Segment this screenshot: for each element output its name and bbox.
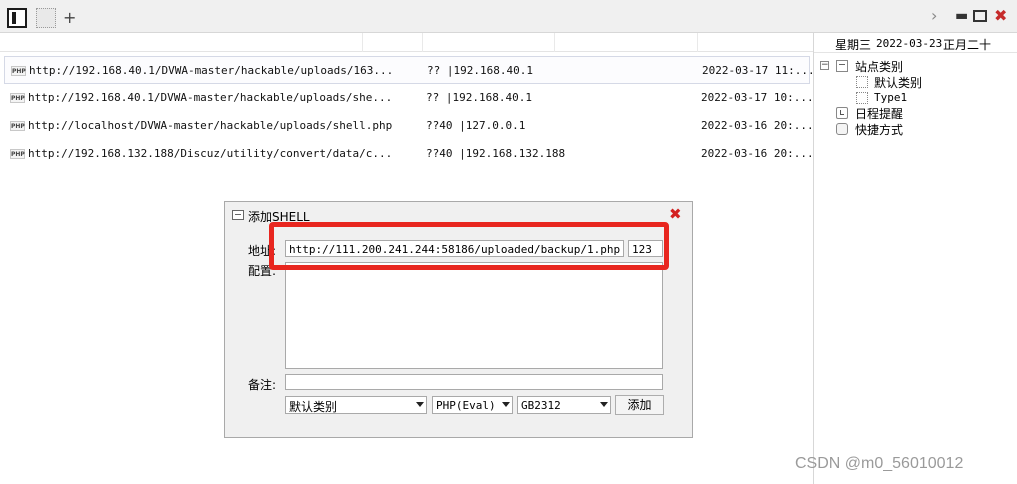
dialog-close-button[interactable]: ✖ (669, 205, 682, 223)
dialog-window-icon (232, 210, 244, 220)
tree-item-site-category[interactable]: − 站点类别 (820, 58, 1010, 74)
note-input[interactable] (285, 374, 663, 390)
shell-url: http://192.168.40.1/DVWA-master/hackable… (28, 91, 393, 104)
shell-ip: ?? |192.168.40.1 (427, 64, 533, 77)
shell-list-header (0, 33, 813, 52)
schedule-icon (836, 107, 848, 119)
tab-bar: + › ▬ ✖ (0, 0, 1017, 33)
shell-ip: ?? |192.168.40.1 (426, 91, 532, 104)
tree-item-default-category[interactable]: 默认类别 (856, 74, 1006, 90)
tree-item-type1[interactable]: Type1 (856, 90, 1006, 106)
tree-label: 站点类别 (855, 60, 904, 74)
dotted-tab-icon[interactable] (36, 8, 56, 28)
php-file-icon: PHP (11, 66, 26, 76)
collapse-toggle-icon[interactable]: − (820, 61, 829, 70)
column-divider[interactable] (362, 33, 363, 52)
shell-row[interactable]: PHP http://192.168.132.188/Discuz/utilit… (4, 140, 814, 168)
script-type-select[interactable]: PHP(Eval) (432, 396, 513, 414)
tree-label: 日程提醒 (855, 107, 904, 121)
tree-item-schedule[interactable]: 日程提醒 (836, 105, 1006, 121)
shell-time: 2022-03-17 10:... (701, 91, 814, 104)
shell-ip: ??40 |127.0.0.1 (426, 119, 526, 132)
right-panel: 星期三 2022-03-23 正月二十 − 站点类别 默认类别 Type1 日程… (813, 33, 1017, 484)
encoding-value: GB2312 (521, 399, 561, 412)
tree-label: 默认类别 (874, 76, 923, 90)
shell-time: 2022-03-17 11:... (702, 64, 815, 77)
add-button[interactable]: 添加 (615, 395, 664, 415)
encoding-select[interactable]: GB2312 (517, 396, 611, 414)
red-highlight-box (269, 222, 669, 270)
shell-list: PHP http://192.168.40.1/DVWA-master/hack… (4, 56, 815, 168)
tree-label: 快捷方式 (855, 123, 904, 137)
php-file-icon: PHP (10, 93, 25, 103)
script-type-value: PHP(Eval) (436, 399, 496, 412)
column-divider[interactable] (422, 33, 423, 52)
shell-row[interactable]: PHP http://localhost/DVWA-master/hackabl… (4, 112, 814, 140)
shortcut-hand-icon (836, 123, 848, 135)
tree-item-shortcuts[interactable]: 快捷方式 (836, 121, 1006, 137)
weekday-label: 星期三 (835, 38, 872, 52)
date-label: 2022-03-23 (876, 37, 943, 50)
tree-label: Type1 (874, 91, 908, 104)
shell-row[interactable]: PHP http://192.168.40.1/DVWA-master/hack… (4, 84, 814, 112)
category-select-value: 默认类别 (289, 400, 338, 414)
column-divider[interactable] (554, 33, 555, 52)
dropdown-arrow-icon (416, 402, 424, 407)
maximize-button[interactable] (973, 10, 987, 22)
dropdown-arrow-icon (502, 402, 510, 407)
category-icon (856, 92, 868, 104)
category-select[interactable]: 默认类别 (285, 396, 427, 414)
category-icon (856, 76, 868, 88)
panel-toggle-icon[interactable] (7, 8, 27, 28)
add-tab-button[interactable]: + (63, 8, 76, 28)
shell-time: 2022-03-16 20:... (701, 147, 814, 160)
shell-url: http://192.168.132.188/Discuz/utility/co… (28, 147, 393, 160)
shell-ip: ??40 |192.168.132.188 (426, 147, 566, 160)
column-divider[interactable] (697, 33, 698, 52)
watermark-text: CSDN @m0_56010012 (795, 455, 964, 472)
lunar-date-label: 正月二十 (943, 38, 992, 52)
php-file-icon: PHP (10, 149, 25, 159)
php-file-icon: PHP (10, 121, 25, 131)
shell-url: http://localhost/DVWA-master/hackable/up… (28, 119, 393, 132)
close-window-button[interactable]: ✖ (994, 7, 1007, 25)
minimize-button[interactable]: ▬ (955, 7, 968, 25)
note-label: 备注: (248, 378, 277, 392)
config-textarea[interactable] (285, 262, 663, 369)
chevron-right-icon[interactable]: › (931, 7, 937, 25)
dropdown-arrow-icon (600, 402, 608, 407)
shell-row[interactable]: PHP http://192.168.40.1/DVWA-master/hack… (4, 56, 815, 84)
category-folder-icon (836, 60, 848, 72)
shell-time: 2022-03-16 20:... (701, 119, 814, 132)
date-bar: 星期三 2022-03-23 正月二十 (814, 33, 1017, 53)
shell-url: http://192.168.40.1/DVWA-master/hackable… (29, 64, 394, 77)
